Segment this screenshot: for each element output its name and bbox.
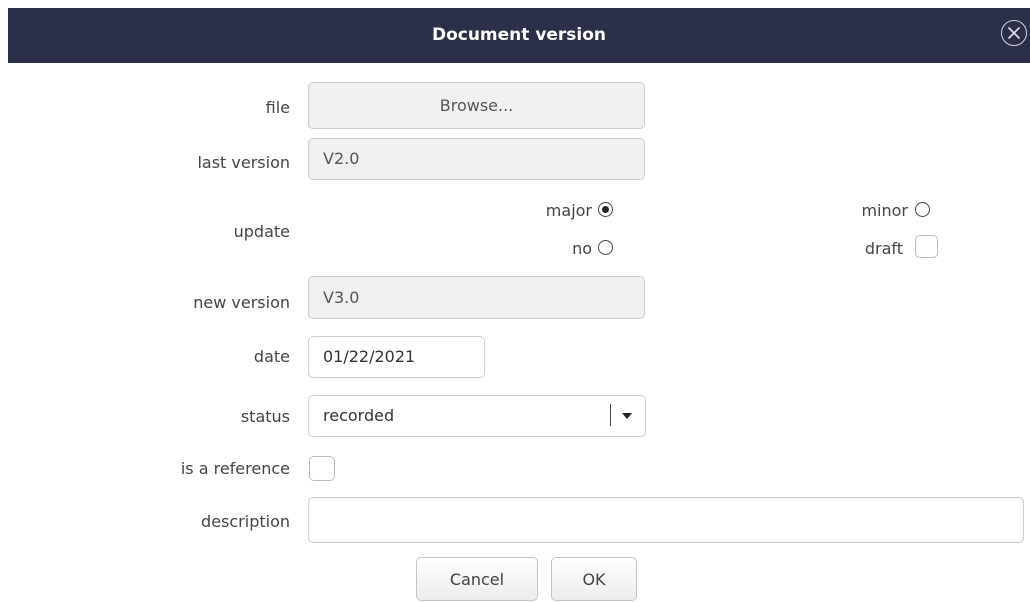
dialog-title: Document version <box>431 25 607 45</box>
close-icon[interactable] <box>1001 20 1027 46</box>
status-select[interactable]: recorded <box>308 395 646 437</box>
major-radio[interactable] <box>598 202 613 217</box>
browse-button[interactable]: Browse... <box>308 82 645 129</box>
no-radio[interactable] <box>598 240 613 255</box>
status-value: recorded <box>323 406 395 425</box>
date-input[interactable]: 01/22/2021 <box>308 336 485 378</box>
description-input[interactable] <box>308 497 1024 543</box>
draft-option-label: draft <box>864 239 903 258</box>
chevron-down-icon[interactable] <box>622 413 632 419</box>
cancel-button[interactable]: Cancel <box>416 557 538 601</box>
dialog-titlebar: Document version <box>8 8 1030 63</box>
no-option-label: no <box>572 239 592 258</box>
is-reference-checkbox[interactable] <box>309 456 335 481</box>
select-divider <box>610 404 611 426</box>
new-version-label: new version <box>193 293 290 312</box>
ok-button[interactable]: OK <box>551 557 637 601</box>
new-version-field: V3.0 <box>308 276 645 319</box>
minor-option-label: minor <box>861 201 908 220</box>
is-reference-label: is a reference <box>180 459 290 478</box>
status-label: status <box>240 407 290 426</box>
description-label: description <box>201 512 290 531</box>
date-label: date <box>253 347 290 366</box>
minor-radio[interactable] <box>915 202 930 217</box>
update-label: update <box>233 222 290 241</box>
last-version-label: last version <box>197 153 290 172</box>
draft-checkbox[interactable] <box>915 235 938 258</box>
last-version-field: V2.0 <box>308 138 645 180</box>
file-label: file <box>265 98 290 117</box>
major-option-label: major <box>545 201 592 220</box>
